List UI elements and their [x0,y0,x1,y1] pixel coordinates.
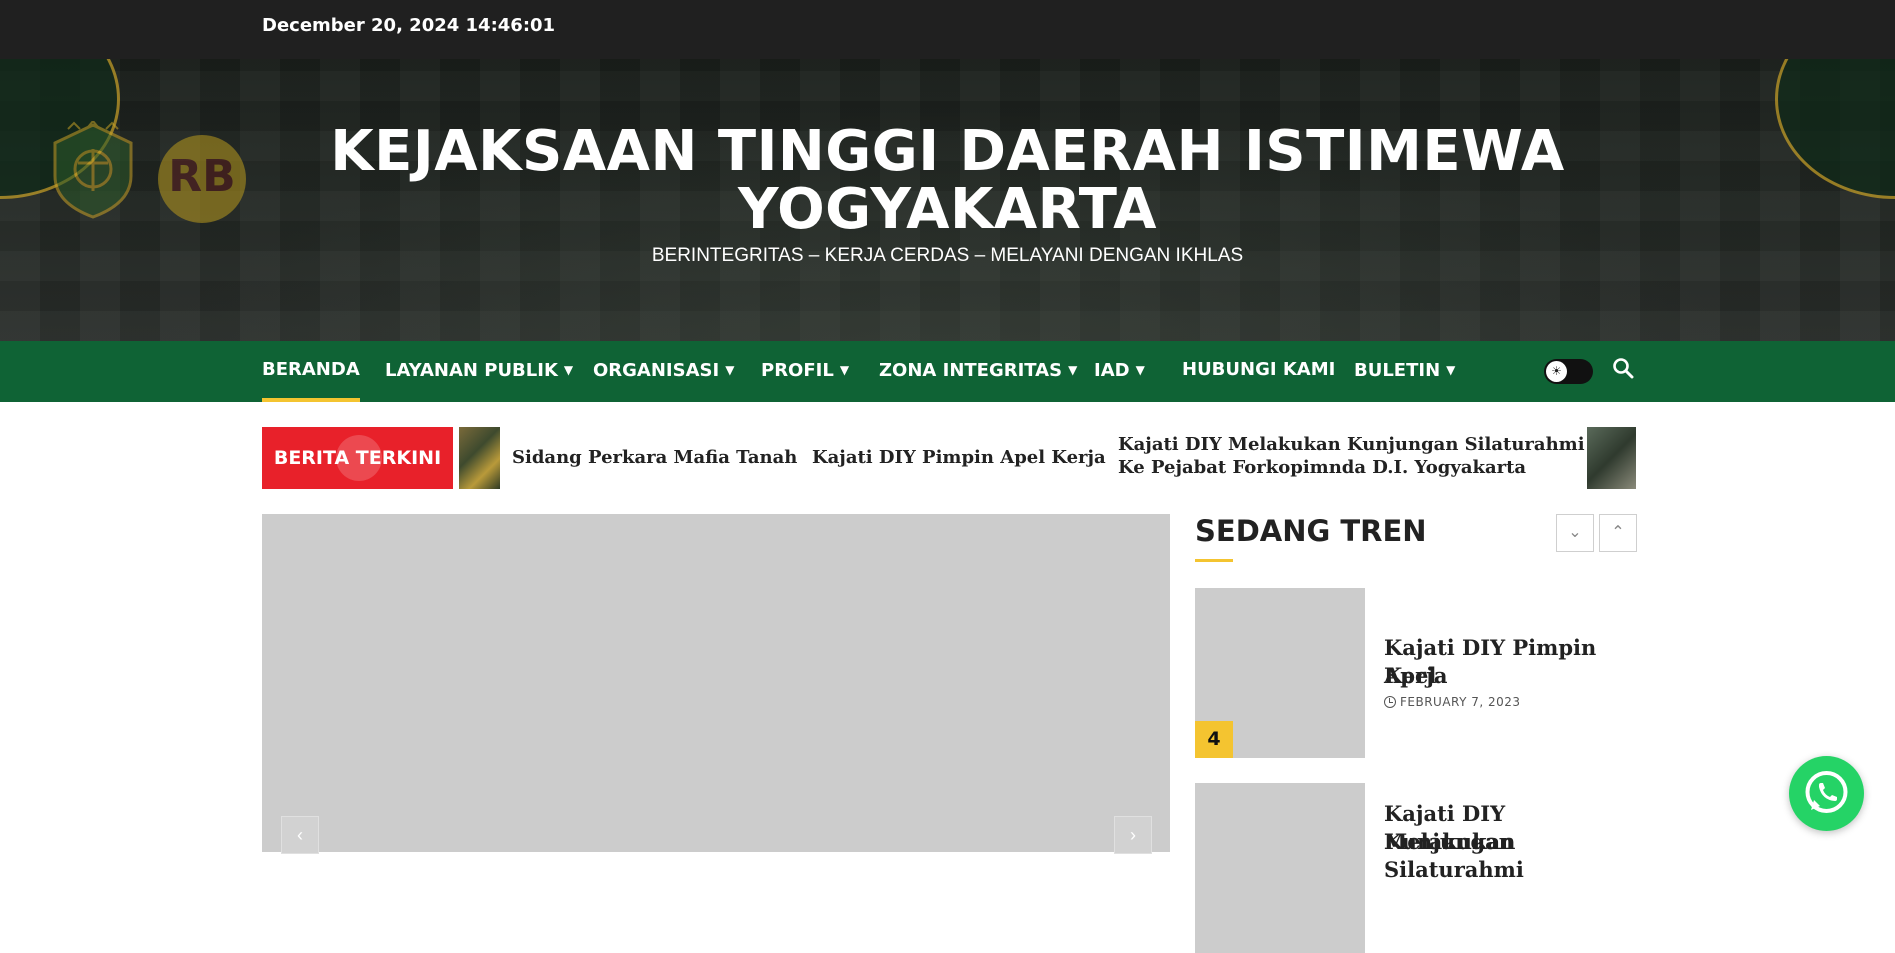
trending-rank-badge: 4 [1195,721,1233,758]
trending-headline-line2[interactable]: Kerja [1384,662,1634,690]
rb-logo-text: RB [168,151,236,202]
sun-icon: ☀ [1546,361,1567,382]
nav-item-iad[interactable]: IAD ▼ [1094,341,1145,402]
site-header: RB KEJAKSAAN TINGGI DAERAH ISTIMEWA YOGY… [0,59,1895,341]
chevron-down-icon: ▼ [1068,363,1078,377]
nav-item-profil[interactable]: PROFIL ▼ [761,341,849,402]
chevron-down-icon: ▼ [1135,363,1145,377]
decorative-arc-right [1775,59,1895,199]
trending-date: FEBRUARY 7, 2023 [1384,695,1521,709]
nav-label: ZONA INTEGRITAS [879,360,1063,381]
trending-title: SEDANG TREN [1195,514,1427,548]
search-icon[interactable] [1612,357,1634,381]
chevron-up-icon: ⌃ [1611,524,1625,541]
nav-label: BULETIN [1354,360,1441,381]
whatsapp-icon [1805,771,1848,813]
trending-down-button[interactable]: ⌄ [1556,514,1594,552]
trending-up-button[interactable]: ⌃ [1599,514,1637,552]
ticker-item-line2[interactable]: Ke Pejabat Forkopimnda D.I. Yogyakarta [1118,457,1526,478]
whatsapp-button[interactable] [1789,756,1864,831]
nav-label: BERANDA [262,359,360,380]
chevron-down-icon: ▼ [1446,363,1456,377]
nav-label: IAD [1094,360,1130,381]
dark-mode-toggle[interactable]: ☀ [1544,359,1593,384]
ticker-item[interactable]: Sidang Perkara Mafia Tanah [512,447,797,468]
slider-next-button[interactable]: › [1114,816,1152,854]
breaking-news-label: BERITA TERKINI [262,427,453,489]
top-bar: December 20, 2024 14:46:01 [0,0,1895,59]
ticker-item[interactable]: Kajati DIY Pimpin Apel Kerja [812,447,1106,468]
featured-slider[interactable] [262,514,1170,852]
trending-date-text: FEBRUARY 7, 2023 [1400,695,1521,709]
trending-headline-line2[interactable]: Kunjungan Silaturahmi [1384,828,1634,884]
chevron-down-icon: ▼ [563,363,574,377]
ticker-thumbnail[interactable] [459,427,500,489]
chevron-down-icon: ▼ [839,363,850,377]
chevron-down-icon: ⌄ [1568,524,1582,541]
site-tagline: BERINTEGRITAS – KERJA CERDAS – MELAYANI … [651,245,1244,266]
main-nav: BERANDA LAYANAN PUBLIK ▼ ORGANISASI ▼ PROF… [0,341,1895,402]
ticker-item[interactable]: Kajati DIY Melakukan Kunjungan Silaturah… [1118,434,1585,455]
nav-label: PROFIL [761,360,834,381]
trending-thumbnail[interactable] [1195,783,1365,953]
trending-underline [1195,559,1233,562]
nav-label: HUBUNGI KAMI [1182,359,1336,380]
nav-label: LAYANAN PUBLIK [385,360,558,381]
ticker-thumbnail[interactable] [1587,427,1636,489]
kejaksaan-logo [53,121,133,219]
reformasi-birokrasi-logo: RB [158,135,246,223]
slider-prev-button[interactable]: ‹ [281,816,319,854]
current-datetime: December 20, 2024 14:46:01 [262,15,556,36]
nav-item-layanan-publik[interactable]: LAYANAN PUBLIK ▼ [385,341,573,402]
nav-item-beranda[interactable]: BERANDA [262,341,360,402]
nav-item-zona-integritas[interactable]: ZONA INTEGRITAS ▼ [879,341,1077,402]
nav-item-buletin[interactable]: BULETIN ▼ [1354,341,1455,402]
chevron-down-icon: ▼ [725,363,735,377]
nav-item-hubungi-kami[interactable]: HUBUNGI KAMI [1182,341,1335,402]
nav-item-organisasi[interactable]: ORGANISASI ▼ [593,341,734,402]
site-title[interactable]: KEJAKSAAN TINGGI DAERAH ISTIMEWA YOGYAKA… [300,123,1595,239]
nav-label: ORGANISASI [593,360,720,381]
breaking-news-text: BERITA TERKINI [273,447,442,469]
clock-icon [1384,696,1396,708]
